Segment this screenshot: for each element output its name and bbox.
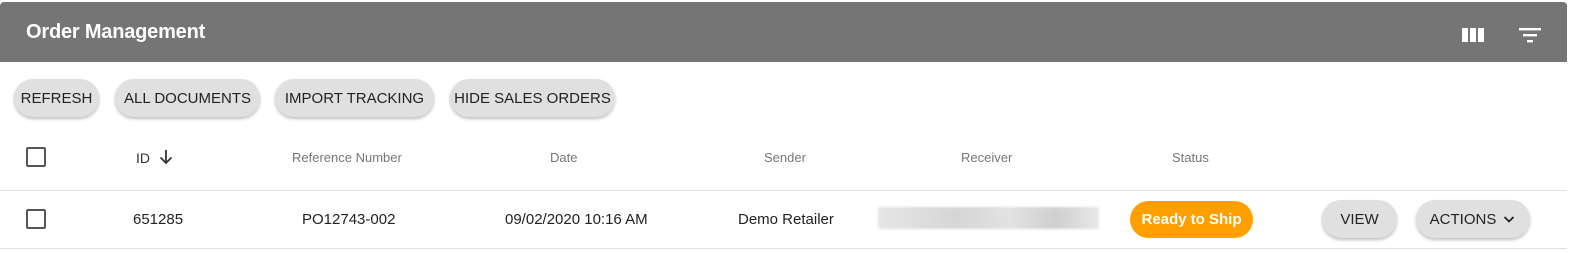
select-all-checkbox[interactable] (26, 147, 46, 167)
chevron-down-icon (1504, 216, 1515, 223)
cell-receiver-redacted (878, 207, 1099, 229)
status-badge: Ready to Ship (1130, 201, 1253, 238)
row-divider (0, 248, 1567, 249)
filter-list-icon[interactable] (1517, 22, 1543, 48)
cell-reference-number: PO12743-002 (302, 211, 396, 228)
cell-sender: Demo Retailer (738, 211, 834, 228)
import-tracking-button[interactable]: IMPORT TRACKING (275, 79, 434, 117)
actions-button-label: ACTIONS (1429, 210, 1497, 228)
cell-date: 09/02/2020 10:16 AM (505, 211, 648, 228)
cell-id: 651285 (133, 211, 184, 228)
column-header-date[interactable]: Date (550, 150, 577, 165)
column-header-reference-number[interactable]: Reference Number (292, 150, 402, 165)
column-header-sender[interactable]: Sender (764, 150, 806, 165)
view-button[interactable]: VIEW (1322, 200, 1397, 238)
actions-dropdown-button[interactable]: ACTIONS (1416, 200, 1530, 238)
view-button-label: VIEW (1340, 210, 1379, 228)
hide-sales-orders-button[interactable]: HIDE SALES ORDERS (450, 79, 615, 117)
panel-header: Order Management (0, 2, 1567, 62)
all-documents-button[interactable]: ALL DOCUMENTS (115, 79, 260, 117)
column-header-status[interactable]: Status (1172, 150, 1209, 165)
order-management-panel: Order Management REFRESH ALL DOCUMENTS I… (0, 0, 1567, 253)
column-header-id[interactable]: ID (136, 150, 150, 166)
column-header-receiver[interactable]: Receiver (961, 150, 1012, 165)
page-title: Order Management (26, 21, 206, 43)
row-select-checkbox[interactable] (26, 209, 46, 229)
arrow-down-icon[interactable] (158, 149, 174, 165)
view-columns-icon[interactable] (1460, 22, 1486, 48)
header-divider (0, 190, 1567, 191)
refresh-button[interactable]: REFRESH (14, 79, 99, 117)
